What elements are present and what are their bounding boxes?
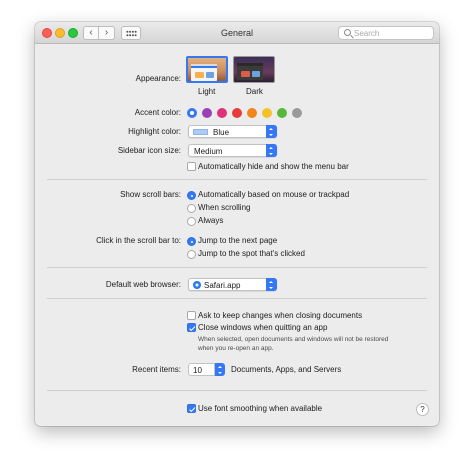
accent-color-label: Accent color:: [134, 108, 181, 117]
safari-icon: [193, 281, 201, 289]
title-bar: ‹ › General Search: [35, 22, 439, 44]
search-placeholder: Search: [354, 29, 380, 38]
accent-color-swatch[interactable]: [187, 108, 197, 118]
separator: [47, 298, 427, 299]
click-scroll-bar-label: Click in the scroll bar to:: [96, 236, 181, 245]
popup-arrows-icon: [215, 363, 225, 376]
sidebar-icon-size-value: Medium: [194, 146, 223, 156]
scroll-bars-always-radio[interactable]: [187, 217, 196, 226]
appearance-light-label: Light: [198, 87, 216, 96]
help-icon: ?: [420, 405, 425, 414]
accent-color-swatch[interactable]: [232, 108, 242, 118]
appearance-dark-label: Dark: [246, 87, 263, 96]
chevron-left-icon: ‹: [89, 27, 93, 38]
scroll-bars-auto-radio[interactable]: [187, 191, 196, 200]
sidebar-icon-size-popup[interactable]: Medium: [188, 144, 277, 157]
close-windows-note: When selected, open documents and window…: [198, 336, 389, 352]
appearance-label: Appearance:: [135, 74, 181, 83]
help-button[interactable]: ?: [416, 403, 429, 416]
grid-icon: [126, 30, 137, 37]
preferences-window: ‹ › General Search Appearance: Light Dar…: [35, 22, 439, 426]
search-icon: [344, 29, 351, 36]
show-all-button[interactable]: [121, 26, 141, 40]
highlight-color-popup[interactable]: Blue: [188, 125, 277, 138]
chevron-right-icon: ›: [104, 27, 109, 38]
scroll-bars-always-label: Always: [198, 216, 224, 225]
popup-arrows-icon: [266, 144, 277, 157]
appearance-light-thumbnail[interactable]: [186, 56, 228, 83]
separator: [47, 390, 427, 391]
recent-items-suffix: Documents, Apps, and Servers: [231, 365, 342, 374]
jump-to-spot-radio[interactable]: [187, 250, 196, 259]
default-browser-popup[interactable]: Safari.app: [188, 278, 277, 291]
close-windows-checkbox[interactable]: [187, 323, 196, 332]
accent-color-swatch[interactable]: [217, 108, 227, 118]
jump-next-page-label: Jump to the next page: [198, 236, 278, 245]
separator: [47, 179, 427, 180]
back-button[interactable]: ‹: [83, 26, 99, 40]
ask-keep-changes-label: Ask to keep changes when closing documen…: [198, 311, 363, 320]
scroll-bars-when-scrolling-label: When scrolling: [198, 203, 251, 212]
menubar-autohide-label: Automatically hide and show the menu bar: [198, 162, 349, 171]
search-field[interactable]: Search: [338, 26, 434, 40]
accent-color-swatch[interactable]: [202, 108, 212, 118]
default-browser-value: Safari.app: [204, 280, 241, 290]
accent-color-swatch[interactable]: [292, 108, 302, 118]
minimize-window-button[interactable]: [55, 28, 65, 38]
accent-color-swatch[interactable]: [262, 108, 272, 118]
accent-color-swatch[interactable]: [277, 108, 287, 118]
highlight-color-label: Highlight color:: [128, 127, 181, 136]
font-smoothing-checkbox[interactable]: [187, 404, 196, 413]
scroll-bars-when-scrolling-radio[interactable]: [187, 204, 196, 213]
jump-to-spot-label: Jump to the spot that's clicked: [198, 249, 305, 258]
highlight-color-value: Blue: [213, 127, 230, 137]
recent-items-popup[interactable]: 10: [188, 363, 225, 376]
default-browser-label: Default web browser:: [105, 280, 181, 289]
menubar-autohide-checkbox[interactable]: [187, 162, 196, 171]
ask-keep-changes-checkbox[interactable]: [187, 311, 196, 320]
accent-color-swatch[interactable]: [247, 108, 257, 118]
sidebar-icon-size-label: Sidebar icon size:: [117, 146, 181, 155]
close-window-button[interactable]: [42, 28, 52, 38]
recent-items-value: 10: [193, 365, 202, 375]
scroll-bars-auto-label: Automatically based on mouse or trackpad: [198, 190, 350, 199]
jump-next-page-radio[interactable]: [187, 237, 196, 246]
window-title: General: [220, 28, 254, 38]
highlight-swatch: [193, 129, 208, 135]
close-windows-label: Close windows when quitting an app: [198, 323, 328, 332]
popup-arrows-icon: [266, 278, 277, 291]
popup-arrows-icon: [266, 125, 277, 138]
zoom-window-button[interactable]: [68, 28, 78, 38]
appearance-dark-thumbnail[interactable]: [233, 56, 275, 83]
forward-button[interactable]: ›: [99, 26, 115, 40]
separator: [47, 267, 427, 268]
font-smoothing-label: Use font smoothing when available: [198, 404, 323, 413]
show-scroll-bars-label: Show scroll bars:: [120, 190, 181, 199]
recent-items-label: Recent items:: [132, 365, 181, 374]
